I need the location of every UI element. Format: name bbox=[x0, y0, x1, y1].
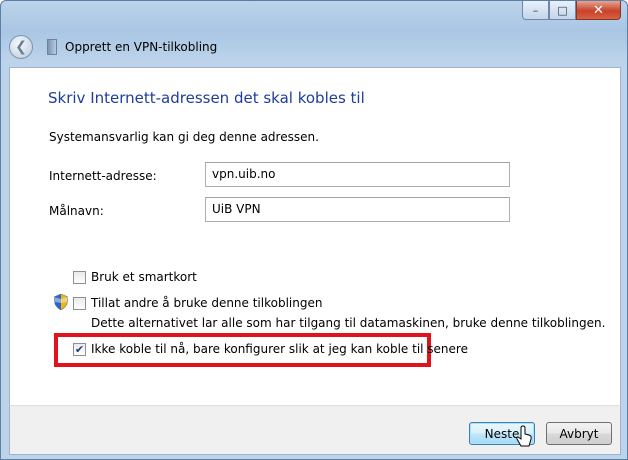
dont-connect-checkbox[interactable]: ✔ bbox=[73, 342, 86, 356]
back-button[interactable]: ❮ bbox=[9, 35, 33, 59]
page-heading: Skriv Internett-adressen det skal kobles… bbox=[48, 89, 365, 107]
smartcard-checkbox[interactable] bbox=[73, 270, 86, 284]
allow-others-label: Tillat andre å bruke denne tilkoblingen bbox=[91, 296, 323, 310]
destination-label: Målnavn: bbox=[49, 204, 104, 218]
allow-others-option[interactable]: Tillat andre å bruke denne tilkoblingen bbox=[73, 296, 322, 310]
minimize-button[interactable]: – bbox=[522, 1, 549, 20]
dont-connect-label: Ikke koble til nå, bare konfigurer slik … bbox=[91, 342, 468, 356]
uac-shield-icon bbox=[54, 294, 68, 310]
destination-name-input[interactable]: UiB VPN bbox=[205, 197, 510, 222]
maximize-button[interactable]: □ bbox=[549, 1, 576, 20]
vpn-wizard-window: – □ ✕ ❮ Opprett en VPN-tilkobling Skriv … bbox=[0, 0, 628, 460]
cancel-button[interactable]: Avbryt bbox=[546, 422, 612, 445]
allow-others-description: Dette alternativet lar alle som har tilg… bbox=[91, 316, 606, 330]
vpn-network-icon bbox=[47, 39, 57, 55]
close-button[interactable]: ✕ bbox=[576, 1, 621, 20]
smartcard-option[interactable]: Bruk et smartkort bbox=[73, 270, 197, 284]
mouse-pointer-icon bbox=[516, 425, 532, 447]
dont-connect-option[interactable]: ✔ Ikke koble til nå, bare konfigurer sli… bbox=[73, 342, 468, 356]
address-label: Internett-adresse: bbox=[49, 169, 157, 183]
caption-buttons: – □ ✕ bbox=[522, 1, 621, 20]
window-title: Opprett en VPN-tilkobling bbox=[65, 40, 218, 54]
wizard-content: Skriv Internett-adressen det skal kobles… bbox=[9, 67, 621, 405]
address-input[interactable]: vpn.uib.no bbox=[205, 162, 510, 187]
back-arrow-icon: ❮ bbox=[15, 39, 27, 55]
smartcard-label: Bruk et smartkort bbox=[91, 270, 197, 284]
allow-others-checkbox[interactable] bbox=[73, 296, 86, 310]
info-text: Systemansvarlig kan gi deg denne adresse… bbox=[49, 130, 319, 144]
wizard-navbar: ❮ Opprett en VPN-tilkobling bbox=[9, 31, 217, 63]
